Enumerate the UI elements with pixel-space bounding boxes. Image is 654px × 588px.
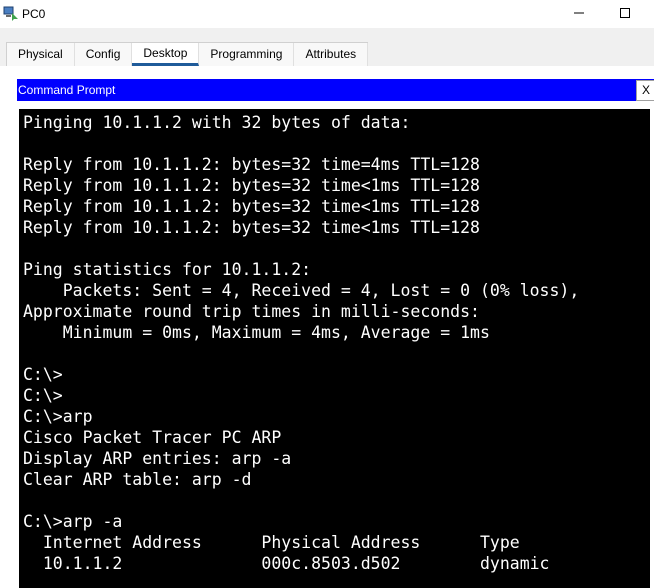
minimize-icon xyxy=(574,5,584,23)
maximize-icon xyxy=(620,5,630,23)
terminal-line: Packets: Sent = 4, Received = 4, Lost = … xyxy=(23,281,580,300)
packet-tracer-pc-icon xyxy=(3,5,19,21)
terminal-line: Reply from 10.1.1.2: bytes=32 time<1ms T… xyxy=(23,197,480,216)
tab-list: Physical Config Desktop Programming Attr… xyxy=(6,42,369,67)
minimize-button[interactable] xyxy=(556,0,602,28)
terminal-line: Internet Address Physical Address Type xyxy=(23,533,520,552)
terminal-line: Reply from 10.1.1.2: bytes=32 time<1ms T… xyxy=(23,176,480,195)
terminal-line: Minimum = 0ms, Maximum = 4ms, Average = … xyxy=(23,323,490,342)
command-prompt-window: Pinging 10.1.1.2 with 32 bytes of data: … xyxy=(17,101,654,588)
command-prompt-close-button[interactable]: X xyxy=(636,80,654,101)
terminal-line: Clear ARP table: arp -d xyxy=(23,470,252,489)
tab-config[interactable]: Config xyxy=(75,43,133,66)
terminal-line: Display ARP entries: arp -a xyxy=(23,449,292,468)
terminal-line: C:\> xyxy=(23,386,63,405)
window-titlebar: PC0 xyxy=(0,0,654,28)
terminal-line: Ping statistics for 10.1.1.2: xyxy=(23,260,312,279)
command-prompt-header: Command Prompt X xyxy=(17,79,654,101)
tab-desktop[interactable]: Desktop xyxy=(132,43,200,66)
window-title: PC0 xyxy=(22,7,46,21)
maximize-button[interactable] xyxy=(602,0,648,28)
command-prompt-title: Command Prompt xyxy=(18,83,116,97)
tab-physical[interactable]: Physical xyxy=(7,43,75,66)
terminal-line: 10.1.1.2 000c.8503.d502 dynamic xyxy=(23,554,550,573)
terminal-line: Reply from 10.1.1.2: bytes=32 time<1ms T… xyxy=(23,218,480,237)
terminal-line: C:\>arp -a xyxy=(23,512,123,531)
terminal-line: Approximate round trip times in milli-se… xyxy=(23,302,480,321)
terminal-line: Cisco Packet Tracer PC ARP xyxy=(23,428,282,447)
tab-bar: Physical Config Desktop Programming Attr… xyxy=(0,28,654,67)
terminal-output: Pinging 10.1.1.2 with 32 bytes of data: … xyxy=(23,112,579,574)
terminal-line: C:\>arp xyxy=(23,407,93,426)
tab-attributes[interactable]: Attributes xyxy=(294,43,369,66)
terminal-line: Pinging 10.1.1.2 with 32 bytes of data: xyxy=(23,113,411,132)
terminal-screen[interactable]: Pinging 10.1.1.2 with 32 bytes of data: … xyxy=(19,109,650,588)
terminal-line: Reply from 10.1.1.2: bytes=32 time=4ms T… xyxy=(23,155,480,174)
tab-programming[interactable]: Programming xyxy=(199,43,295,66)
terminal-line: C:\> xyxy=(23,365,63,384)
